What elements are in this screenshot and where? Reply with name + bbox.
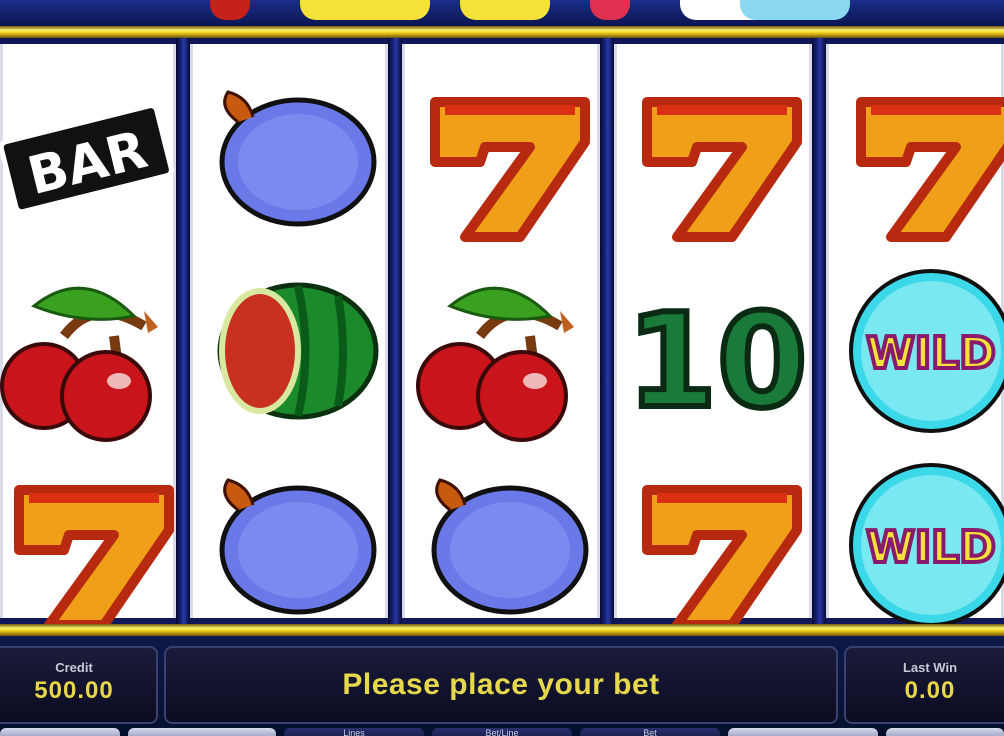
max-bet-button[interactable] [728, 728, 878, 736]
symbol-plum [410, 450, 600, 640]
credit-label: Credit [55, 660, 93, 675]
symbol-plum [198, 450, 388, 640]
symbol-ten: 10 [622, 256, 812, 446]
logo-fragment [210, 0, 250, 20]
spin-button[interactable] [886, 728, 1004, 736]
logo-fragment [460, 0, 550, 20]
autoplay-button[interactable] [0, 728, 120, 736]
game-logo [0, 0, 1004, 26]
svg-text:WILD: WILD [866, 328, 995, 379]
last-win-value: 0.00 [904, 677, 956, 704]
reel-separator [600, 38, 614, 624]
symbol-seven [622, 62, 812, 252]
symbol-cherry [410, 256, 600, 446]
svg-text:WILD: WILD [866, 522, 995, 573]
reel-separator [812, 38, 826, 624]
symbol-seven [836, 62, 1004, 252]
status-message: Please place your bet [342, 668, 660, 701]
bet-per-line-label: Bet/Line [485, 728, 519, 736]
bet-label: Bet [643, 728, 657, 736]
bet-display: Bet [580, 728, 720, 736]
logo-fragment [300, 0, 430, 20]
symbol-seven [410, 62, 600, 252]
logo-fragment [590, 0, 630, 20]
reel-separator [388, 38, 402, 624]
credit-box: Credit 500.00 [0, 646, 158, 724]
bottom-gold-border [0, 624, 1004, 636]
logo-fragment [740, 0, 850, 20]
symbol-bar: BAR [0, 62, 184, 252]
bottom-panel: Credit 500.00 Please place your bet Last… [0, 636, 1004, 736]
last-win-box: Last Win 0.00 [844, 646, 1004, 724]
symbol-seven [622, 450, 812, 640]
lines-minus-button[interactable] [128, 728, 276, 736]
lines-display: Lines [284, 728, 424, 736]
control-row: Lines Bet/Line Bet [0, 728, 1004, 736]
reel-area: BAR 10 WILD WILD [0, 38, 1004, 630]
message-box: Please place your bet [164, 646, 838, 724]
last-win-label: Last Win [902, 660, 958, 675]
symbol-plum [198, 62, 388, 252]
top-gold-border [0, 26, 1004, 38]
symbol-seven [0, 450, 184, 640]
credit-value: 500.00 [34, 677, 114, 704]
symbol-wild: WILD [836, 450, 1004, 640]
symbol-cherry [0, 256, 184, 446]
svg-text:10: 10 [627, 285, 808, 437]
symbol-watermelon [198, 256, 388, 446]
symbol-wild: WILD [836, 256, 1004, 446]
bet-per-line-display: Bet/Line [432, 728, 572, 736]
lines-label: Lines [343, 728, 365, 736]
